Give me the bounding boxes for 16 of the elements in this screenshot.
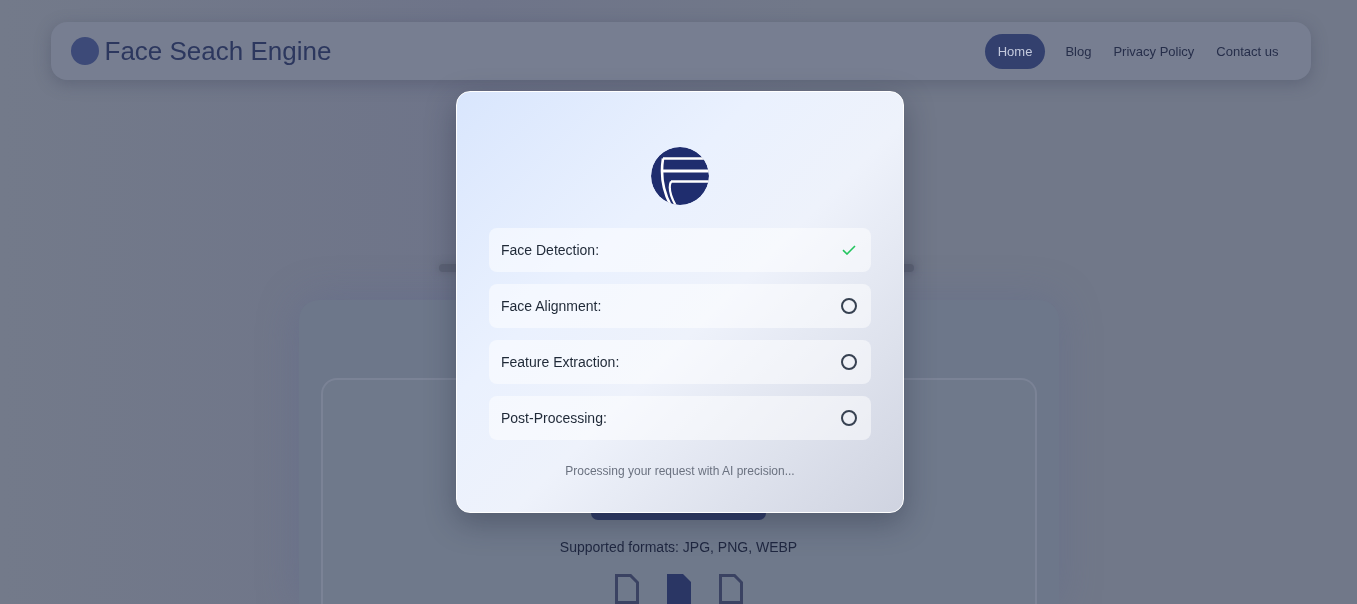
step-label: Face Detection: (501, 242, 600, 258)
formats-text: Supported formats: JPG, PNG, WEBP (559, 538, 798, 556)
site-title: Face Seach Engine (104, 35, 332, 67)
step-label: Face Alignment: (501, 298, 602, 314)
status-message: Processing your request with AI precision... (565, 464, 795, 478)
nav-link[interactable]: Blog (1063, 33, 1094, 69)
step-label: Post-Processing: (501, 410, 607, 426)
file-icon (614, 574, 639, 604)
nav-link[interactable]: Home (984, 33, 1046, 69)
file-icon (666, 574, 691, 604)
logo-icon (651, 147, 709, 205)
file-icon (718, 574, 743, 604)
nav-link[interactable]: Privacy Policy (1111, 33, 1197, 69)
nav-link[interactable]: Contact us (1214, 33, 1281, 69)
logo-icon (70, 37, 99, 65)
step-label: Feature Extraction: (501, 354, 620, 370)
